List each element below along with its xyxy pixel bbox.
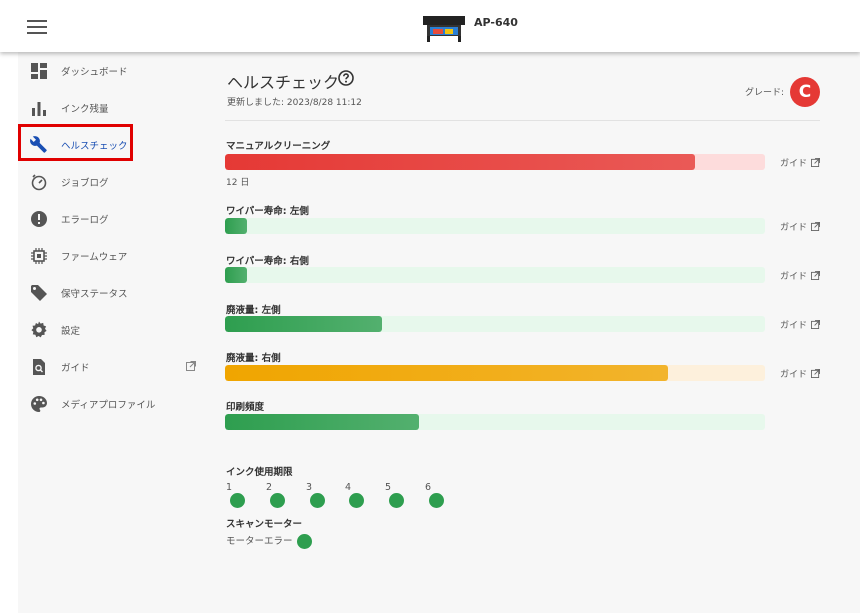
sidebar-item-label: インク残量 bbox=[61, 104, 109, 115]
external-link-icon bbox=[811, 369, 821, 378]
health-bar-wiper-right bbox=[225, 267, 765, 283]
health-label-waste-right: 廃液量: 右側 bbox=[226, 353, 281, 364]
guide-label: ガイド bbox=[780, 223, 808, 233]
manual-cleaning-days: 12 日 bbox=[226, 178, 250, 188]
sidebar-item-label: ダッシュボード bbox=[61, 67, 128, 78]
ink-slot-number: 5 bbox=[385, 482, 392, 493]
guide-link-waste-left[interactable]: ガイド bbox=[780, 318, 821, 331]
guide-link-wiper-right[interactable]: ガイド bbox=[780, 269, 821, 282]
sidebar-item-error-log[interactable]: エラーログ bbox=[18, 200, 210, 237]
ink-expiry-label: インク使用期限 bbox=[226, 467, 293, 478]
chip-icon bbox=[31, 248, 47, 264]
external-link-icon bbox=[811, 271, 821, 280]
external-link-icon bbox=[186, 361, 196, 371]
printer-icon bbox=[423, 16, 465, 42]
ink-slot: 5 bbox=[385, 482, 404, 508]
ink-slot-number: 4 bbox=[345, 482, 352, 493]
ink-slot: 1 bbox=[226, 482, 245, 508]
ink-slot-number: 3 bbox=[306, 482, 313, 493]
external-link-icon bbox=[811, 158, 821, 167]
health-bar-manual-cleaning bbox=[225, 154, 765, 170]
grade-label: グレード: bbox=[745, 88, 785, 98]
sidebar-item-label: エラーログ bbox=[61, 215, 109, 226]
error-icon bbox=[31, 211, 47, 227]
sidebar-item-label: 保守ステータス bbox=[61, 289, 128, 300]
ink-slot: 4 bbox=[345, 482, 364, 508]
sidebar-item-label: 設定 bbox=[61, 326, 81, 337]
page-title: ヘルスチェック bbox=[227, 73, 340, 92]
health-label-waste-left: 廃液量: 左側 bbox=[226, 305, 281, 316]
ink-slot-number: 2 bbox=[266, 482, 273, 493]
scan-motor-status-text: モーターエラー bbox=[226, 536, 293, 547]
health-label-wiper-right: ワイパー寿命: 右側 bbox=[226, 256, 309, 267]
divider bbox=[225, 120, 820, 121]
help-icon[interactable] bbox=[338, 70, 354, 86]
health-bar-wiper-left bbox=[225, 218, 765, 234]
status-ok-dot bbox=[310, 493, 325, 508]
scan-motor-label: スキャンモーター bbox=[226, 519, 303, 530]
dashboard-icon bbox=[31, 63, 47, 79]
timer-icon bbox=[31, 174, 47, 191]
status-ok-dot bbox=[349, 493, 364, 508]
printer-model: AP-640 bbox=[474, 16, 518, 29]
external-link-icon bbox=[811, 320, 821, 329]
health-label-wiper-left: ワイパー寿命: 左側 bbox=[226, 206, 309, 217]
grade-badge: C bbox=[790, 77, 820, 107]
sidebar-item-ink-level[interactable]: インク残量 bbox=[18, 89, 210, 126]
ink-slot: 2 bbox=[266, 482, 285, 508]
sidebar-item-label: ファームウェア bbox=[61, 252, 128, 263]
ink-slot-number: 1 bbox=[226, 482, 233, 493]
sidebar-item-dashboard[interactable]: ダッシュボード bbox=[18, 52, 210, 89]
active-item-highlight bbox=[18, 124, 133, 161]
health-label-manual-cleaning: マニュアルクリーニング bbox=[226, 141, 331, 152]
guide-label: ガイド bbox=[780, 272, 808, 282]
status-ok-dot bbox=[270, 493, 285, 508]
health-bar-waste-left bbox=[225, 316, 765, 332]
document-search-icon bbox=[33, 359, 45, 375]
health-bar-fill bbox=[225, 154, 695, 170]
gear-icon bbox=[31, 321, 47, 338]
health-bar-print-frequency bbox=[225, 414, 765, 430]
guide-label: ガイド bbox=[780, 159, 808, 169]
sidebar-item-maintenance-status[interactable]: 保守ステータス bbox=[18, 274, 210, 311]
menu-icon[interactable] bbox=[27, 20, 47, 34]
sidebar-item-label: メディアプロファイル bbox=[61, 400, 156, 411]
top-bar: AP-640 bbox=[0, 0, 860, 52]
status-ok-dot bbox=[429, 493, 444, 508]
health-label-print-frequency: 印刷頻度 bbox=[226, 402, 265, 413]
palette-icon bbox=[31, 396, 47, 412]
health-bar-fill bbox=[225, 218, 247, 234]
external-link-icon bbox=[811, 222, 821, 231]
health-bar-fill bbox=[225, 316, 382, 332]
tag-icon bbox=[31, 285, 47, 301]
status-ok-dot bbox=[389, 493, 404, 508]
ink-slot: 6 bbox=[425, 482, 444, 508]
sidebar-item-label: ジョブログ bbox=[61, 178, 109, 189]
guide-link-manual-cleaning[interactable]: ガイド bbox=[780, 156, 821, 169]
main-content: ヘルスチェック 更新しました: 2023/8/28 11:12 グレード: C … bbox=[210, 52, 860, 613]
guide-link-wiper-left[interactable]: ガイド bbox=[780, 220, 821, 233]
bar-chart-icon bbox=[32, 102, 46, 116]
sidebar-item-guide[interactable]: ガイド bbox=[18, 348, 210, 385]
status-ok-dot bbox=[296, 534, 312, 549]
scan-motor-status: モーターエラー bbox=[226, 533, 312, 549]
last-updated: 更新しました: 2023/8/28 11:12 bbox=[227, 98, 362, 108]
health-bar-fill bbox=[225, 414, 420, 430]
guide-label: ガイド bbox=[780, 370, 808, 380]
guide-link-waste-right[interactable]: ガイド bbox=[780, 367, 821, 380]
guide-label: ガイド bbox=[780, 321, 808, 331]
sidebar-item-firmware[interactable]: ファームウェア bbox=[18, 237, 210, 274]
health-bar-fill bbox=[225, 365, 668, 381]
ink-slot-number: 6 bbox=[425, 482, 432, 493]
ink-slot: 3 bbox=[306, 482, 325, 508]
status-ok-dot bbox=[230, 493, 245, 508]
sidebar-item-job-log[interactable]: ジョブログ bbox=[18, 163, 210, 200]
sidebar-item-media-profile[interactable]: メディアプロファイル bbox=[18, 385, 210, 422]
health-bar-fill bbox=[225, 267, 247, 283]
health-bar-waste-right bbox=[225, 365, 765, 381]
sidebar-item-label: ガイド bbox=[61, 363, 90, 374]
sidebar-item-settings[interactable]: 設定 bbox=[18, 311, 210, 348]
